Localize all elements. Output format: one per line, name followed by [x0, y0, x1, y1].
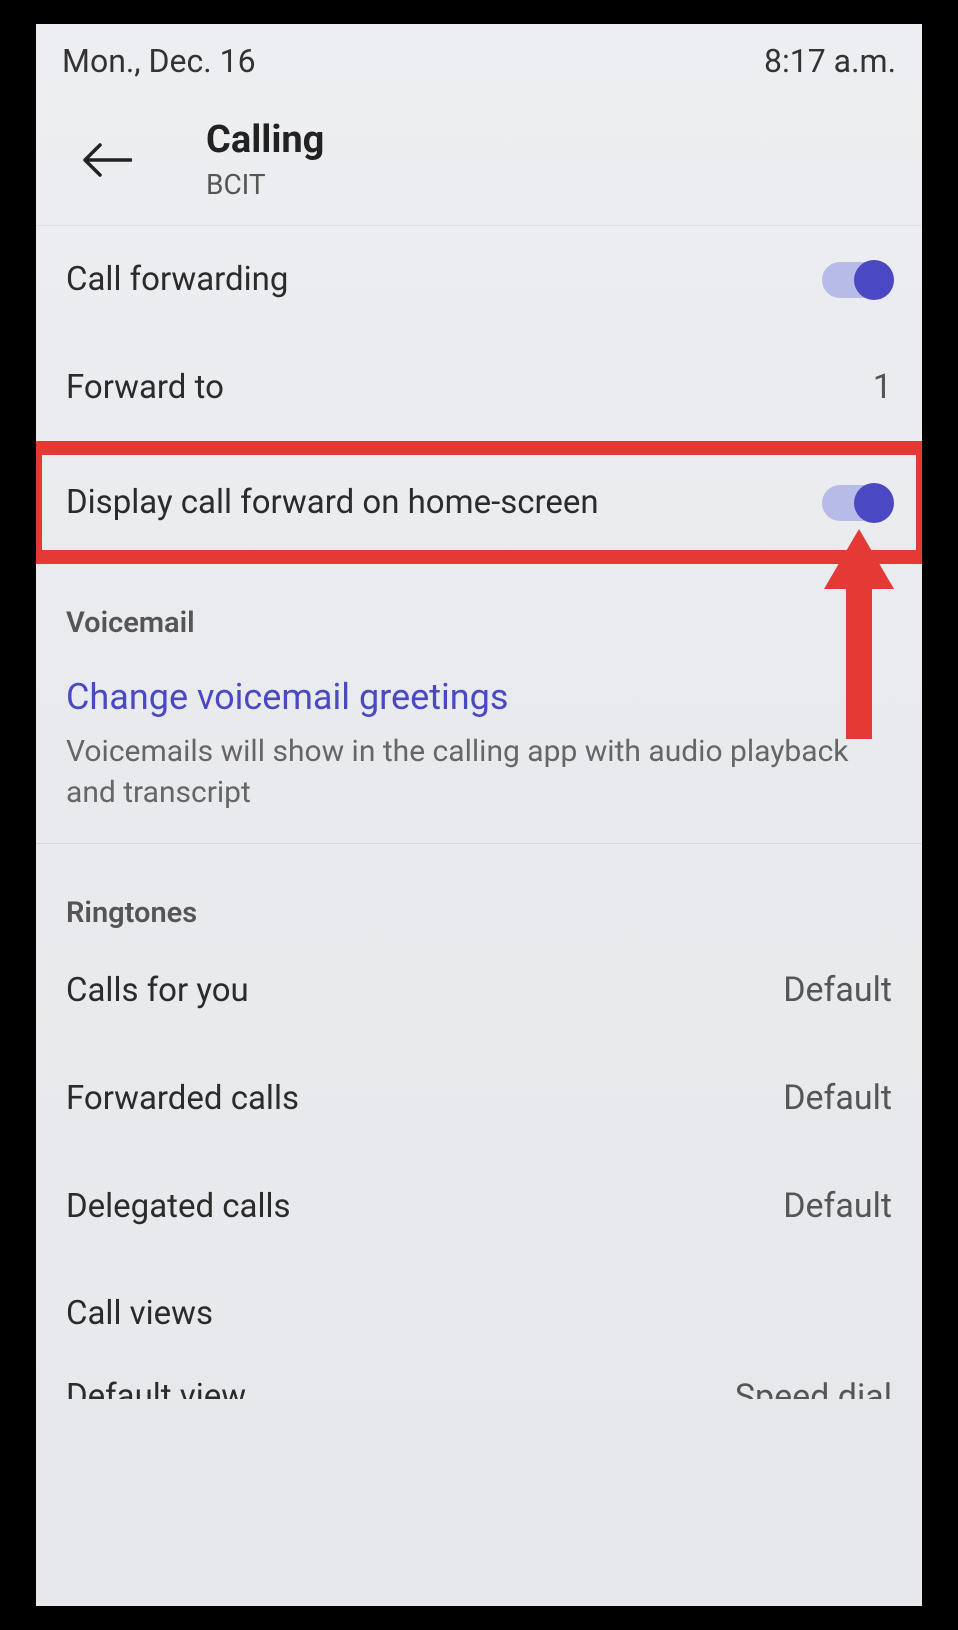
- display-home-label: Display call forward on home-screen: [66, 483, 599, 522]
- highlighted-setting: Display call forward on home-screen: [36, 441, 922, 564]
- ringtone-item-label: Calls for you: [66, 971, 249, 1010]
- back-arrow-icon[interactable]: [82, 139, 136, 181]
- change-voicemail-link[interactable]: Change voicemail greetings: [36, 646, 922, 732]
- ringtone-item-value: Default: [783, 1186, 892, 1226]
- ringtone-item-value: Default: [783, 970, 892, 1010]
- page-subtitle: BCIT: [206, 168, 324, 201]
- status-time: 8:17 a.m.: [764, 42, 896, 80]
- voicemail-description: Voicemails will show in the calling app …: [36, 732, 922, 844]
- display-home-row[interactable]: Display call forward on home-screen: [36, 441, 922, 564]
- ringtone-delegated-row[interactable]: Delegated calls Default: [36, 1152, 922, 1260]
- display-home-toggle[interactable]: [822, 485, 892, 521]
- ringtone-item-value: Default: [783, 1078, 892, 1118]
- call-forwarding-row[interactable]: Call forwarding: [36, 226, 922, 333]
- status-date: Mon., Dec. 16: [62, 42, 256, 80]
- forward-to-row[interactable]: Forward to 1: [36, 333, 922, 441]
- ringtone-item-label: Forwarded calls: [66, 1079, 299, 1118]
- ringtone-calls-for-you-row[interactable]: Calls for you Default: [36, 936, 922, 1044]
- default-view-row[interactable]: Default view Speed dial: [36, 1347, 922, 1399]
- forward-to-label: Forward to: [66, 368, 224, 407]
- default-view-value: Speed dial: [735, 1377, 892, 1399]
- call-forwarding-label: Call forwarding: [66, 260, 288, 299]
- settings-screen: Mon., Dec. 16 8:17 a.m. Calling BCIT Cal…: [36, 24, 922, 1606]
- page-title: Calling: [206, 118, 324, 162]
- ringtones-section-header: Ringtones: [36, 844, 922, 936]
- forward-to-value: 1: [873, 367, 892, 407]
- page-header: Calling BCIT: [36, 88, 922, 226]
- call-views-label: Call views: [66, 1294, 213, 1333]
- status-bar: Mon., Dec. 16 8:17 a.m.: [36, 24, 922, 88]
- call-views-row[interactable]: Call views: [36, 1260, 922, 1347]
- ringtone-forwarded-row[interactable]: Forwarded calls Default: [36, 1044, 922, 1152]
- default-view-label: Default view: [66, 1377, 246, 1399]
- call-forwarding-toggle[interactable]: [822, 262, 892, 298]
- voicemail-section-header: Voicemail: [36, 564, 922, 646]
- ringtone-item-label: Delegated calls: [66, 1187, 291, 1226]
